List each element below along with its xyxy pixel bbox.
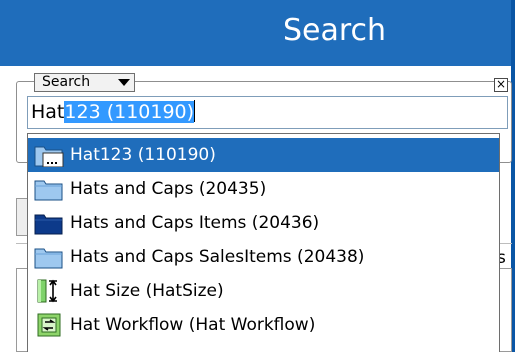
- dropdown-item-label: Hats and Caps SalesItems (20438): [70, 247, 365, 267]
- dropdown-item-hat-size[interactable]: Hat Size (HatSize): [28, 274, 499, 308]
- close-icon[interactable]: ×: [494, 78, 508, 92]
- dropdown-item-label: Hat Workflow (Hat Workflow): [70, 315, 316, 335]
- chevron-down-icon: [118, 79, 130, 86]
- page-folder-icon: [34, 146, 64, 167]
- workflow-icon: [37, 313, 61, 337]
- search-input[interactable]: Hat123 (110190): [27, 96, 508, 129]
- dropdown-item-hats-and-caps-items[interactable]: Hats and Caps Items (20436): [28, 206, 499, 240]
- attribute-size-icon: [37, 279, 57, 303]
- dropdown-item-label: Hat Size (HatSize): [70, 281, 224, 301]
- dropdown-item-hats-and-caps-salesitems[interactable]: Hats and Caps SalesItems (20438): [28, 240, 499, 274]
- search-input-selected-text: 123 (110190): [64, 101, 195, 123]
- dropdown-item-label: Hats and Caps Items (20436): [70, 213, 320, 233]
- search-mode-label: Search: [42, 74, 91, 90]
- search-header: Search: [0, 0, 515, 66]
- search-mode-select[interactable]: Search: [34, 73, 135, 92]
- dropdown-item-label: Hat123 (110190): [70, 145, 216, 165]
- search-input-typed-text: Hat: [31, 101, 65, 123]
- search-results-dropdown: Hat123 (110190) Hats and Caps (20435) Ha…: [27, 133, 500, 352]
- text-cursor: [194, 100, 196, 122]
- dropdown-item-hats-and-caps[interactable]: Hats and Caps (20435): [28, 172, 499, 206]
- dropdown-item-hat-workflow[interactable]: Hat Workflow (Hat Workflow): [28, 308, 499, 342]
- header-title: Search: [283, 13, 387, 48]
- folder-light-icon: [34, 248, 63, 269]
- dropdown-item-label: Hats and Caps (20435): [70, 179, 267, 199]
- dropdown-item-hat123[interactable]: Hat123 (110190): [28, 138, 499, 172]
- folder-light-icon: [34, 180, 63, 201]
- folder-dark-icon: [34, 214, 63, 235]
